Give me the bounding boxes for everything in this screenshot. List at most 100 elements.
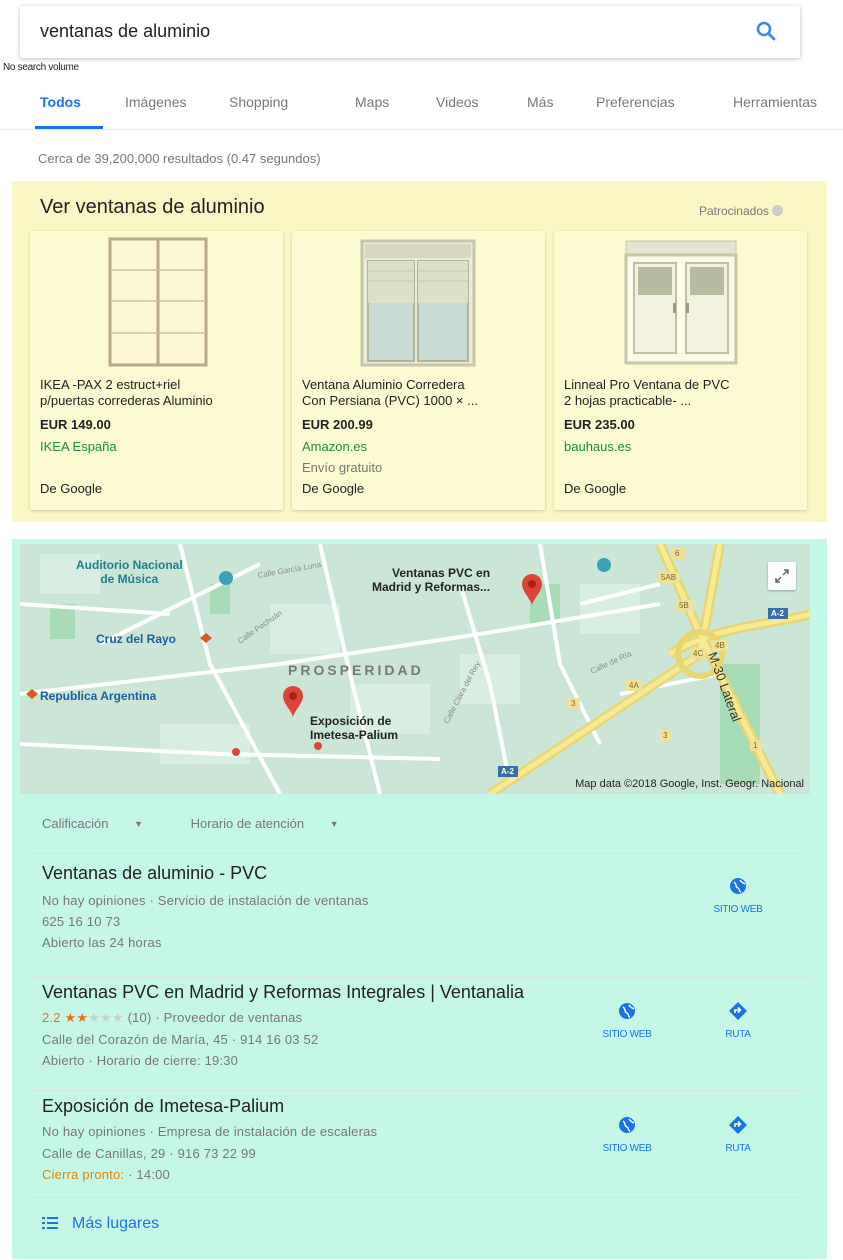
map-attribution: Map data ©2018 Google, Inst. Geogr. Naci…	[575, 778, 804, 790]
product-shipping: Envío gratuito	[302, 460, 383, 475]
casement-window-image	[624, 240, 738, 365]
map-exit-label: 3	[663, 731, 668, 740]
map-place-label[interactable]: Ventanas PVC en Madrid y Reformas...	[372, 566, 490, 594]
directions-button[interactable]: RUTA	[698, 1002, 778, 1040]
product-source: De Google	[40, 481, 103, 496]
listing-phone: 625 16 10 73	[42, 914, 121, 929]
tab-todos[interactable]: Todos	[40, 94, 81, 110]
product-store: Amazon.es	[302, 439, 368, 454]
map-road-shield: A-2	[501, 767, 514, 776]
listing-hours: Abierto · Horario de cierre: 19:30	[42, 1053, 239, 1068]
shopping-ads: Ver ventanas de aluminio Patrocinados IK…	[12, 181, 827, 522]
website-button[interactable]: SITIO WEB	[587, 1116, 667, 1154]
listing-hours: Cierra pronto: · 14:00	[42, 1167, 170, 1182]
sponsored-label[interactable]: Patrocinados	[699, 204, 783, 218]
active-tab-indicator	[35, 126, 103, 129]
map-expand-button[interactable]	[768, 562, 796, 590]
tab-mas[interactable]: Más	[527, 94, 553, 110]
listing-title[interactable]: Ventanas de aluminio - PVC	[42, 863, 267, 884]
divider	[27, 853, 807, 854]
listing-address: Calle del Corazón de María, 45 · 914 16 …	[42, 1032, 319, 1047]
map-exit-label: 6	[675, 549, 680, 558]
divider	[27, 1090, 807, 1091]
map-place-label[interactable]: Cruz del Rayo	[96, 632, 176, 646]
map-place-label[interactable]: Exposición de Imetesa-Palium	[310, 714, 398, 742]
website-button[interactable]: SITIO WEB	[698, 877, 778, 915]
map-exit-label: 5AB	[661, 573, 676, 582]
product-price: EUR 200.99	[302, 417, 373, 432]
listing-meta: No hay opiniones · Servicio de instalaci…	[42, 893, 369, 908]
map[interactable]: 6 5AB 5B 4B 4C 4A 3 3 1 A-2 A-2 Calle Ga…	[20, 544, 810, 794]
product-title[interactable]: Linneal Pro Ventana de PVC 2 hojas practi…	[564, 377, 802, 409]
map-place-label[interactable]: Auditorio Nacional de Música	[76, 558, 183, 586]
info-icon[interactable]	[772, 205, 783, 216]
product-card[interactable]: Linneal Pro Ventana de PVC 2 hojas practi…	[554, 231, 807, 510]
product-title[interactable]: IKEA -PAX 2 estruct+riel p/puertas corred…	[40, 377, 278, 409]
divider	[27, 976, 807, 977]
globe-icon	[619, 1117, 635, 1133]
local-listing[interactable]: Exposición de Imetesa-Palium No hay opin…	[42, 1096, 782, 1206]
product-card[interactable]: IKEA -PAX 2 estruct+riel p/puertas corred…	[30, 231, 283, 510]
listing-meta: 2.2 ★★★★★ (10) · Proveedor de ventanas	[42, 1010, 303, 1025]
map-exit-label: 4B	[715, 641, 725, 650]
search-icon[interactable]	[754, 19, 778, 43]
map-exit-label: 4C	[693, 649, 703, 658]
local-listing[interactable]: Ventanas PVC en Madrid y Reformas Integr…	[42, 982, 782, 1092]
globe-icon	[730, 878, 746, 894]
filter-hours[interactable]: Horario de atención ▼	[191, 816, 361, 831]
filter-rating[interactable]: Calificación ▼	[42, 816, 165, 831]
results-count: Cerca de 39,200,000 resultados (0.47 seg…	[38, 151, 321, 166]
local-results: 6 5AB 5B 4B 4C 4A 3 3 1 A-2 A-2 Calle Ga…	[12, 539, 827, 1259]
product-card[interactable]: Ventana Aluminio Corredera Con Persiana (…	[292, 231, 545, 510]
expand-icon	[775, 569, 789, 583]
divider	[27, 1197, 807, 1198]
filter-row: Calificación ▼ Horario de atención ▼	[42, 816, 383, 831]
product-price: EUR 149.00	[40, 417, 111, 432]
product-source: De Google	[564, 481, 627, 496]
listing-address: Calle de Canillas, 29 · 916 73 22 99	[42, 1146, 256, 1161]
product-source: De Google	[302, 481, 365, 496]
product-store: bauhaus.es	[564, 439, 632, 454]
directions-button[interactable]: RUTA	[698, 1116, 778, 1154]
search-tabs: Todos Imágenes Shopping Maps Videos Más …	[0, 88, 843, 130]
more-places-link[interactable]: Más lugares	[42, 1215, 159, 1233]
map-road-shield: A-2	[771, 609, 784, 618]
globe-icon	[619, 1003, 635, 1019]
listing-hours: Abierto las 24 horas	[42, 935, 162, 950]
tab-herramientas[interactable]: Herramientas	[733, 94, 817, 110]
listing-title[interactable]: Exposición de Imetesa-Palium	[42, 1096, 284, 1117]
map-exit-label: 5B	[679, 601, 689, 610]
map-area-label: PROSPERIDAD	[288, 662, 424, 678]
local-listing[interactable]: Ventanas de aluminio - PVC No hay opinio…	[42, 863, 782, 973]
search-input[interactable]: ventanas de aluminio	[40, 21, 210, 42]
shopping-title[interactable]: Ver ventanas de aluminio	[40, 196, 265, 219]
website-button[interactable]: SITIO WEB	[587, 1002, 667, 1040]
map-place-label[interactable]: Republica Argentina	[40, 689, 156, 703]
product-store: IKEA España	[40, 439, 117, 454]
sliding-window-image	[360, 239, 476, 367]
map-exit-label: 1	[753, 741, 758, 750]
wardrobe-door-image	[108, 237, 208, 367]
directions-icon	[729, 1116, 747, 1134]
tab-shopping[interactable]: Shopping	[229, 94, 288, 110]
star-rating-icon: ★★	[64, 1010, 89, 1025]
directions-icon	[729, 1002, 747, 1020]
tab-maps[interactable]: Maps	[355, 94, 389, 110]
tab-imagenes[interactable]: Imágenes	[125, 94, 186, 110]
sponsored-text: Patrocinados	[698, 204, 769, 218]
map-exit-label: 4A	[629, 681, 639, 690]
tab-videos[interactable]: Videos	[436, 94, 479, 110]
search-box[interactable]: ventanas de aluminio	[20, 6, 800, 58]
poi-icon	[597, 558, 611, 572]
product-title[interactable]: Ventana Aluminio Corredera Con Persiana (…	[302, 377, 540, 409]
search-volume-note: No search volume	[3, 62, 79, 73]
music-venue-icon	[219, 571, 233, 585]
product-price: EUR 235.00	[564, 417, 635, 432]
tab-preferencias[interactable]: Preferencias	[596, 94, 675, 110]
listing-meta: No hay opiniones · Empresa de instalació…	[42, 1124, 378, 1139]
map-marker-dot	[232, 748, 240, 756]
map-exit-label: 3	[571, 699, 576, 708]
star-empty-icon: ★★★	[88, 1010, 124, 1025]
map-marker-dot	[314, 742, 322, 750]
listing-title[interactable]: Ventanas PVC en Madrid y Reformas Integr…	[42, 982, 524, 1003]
